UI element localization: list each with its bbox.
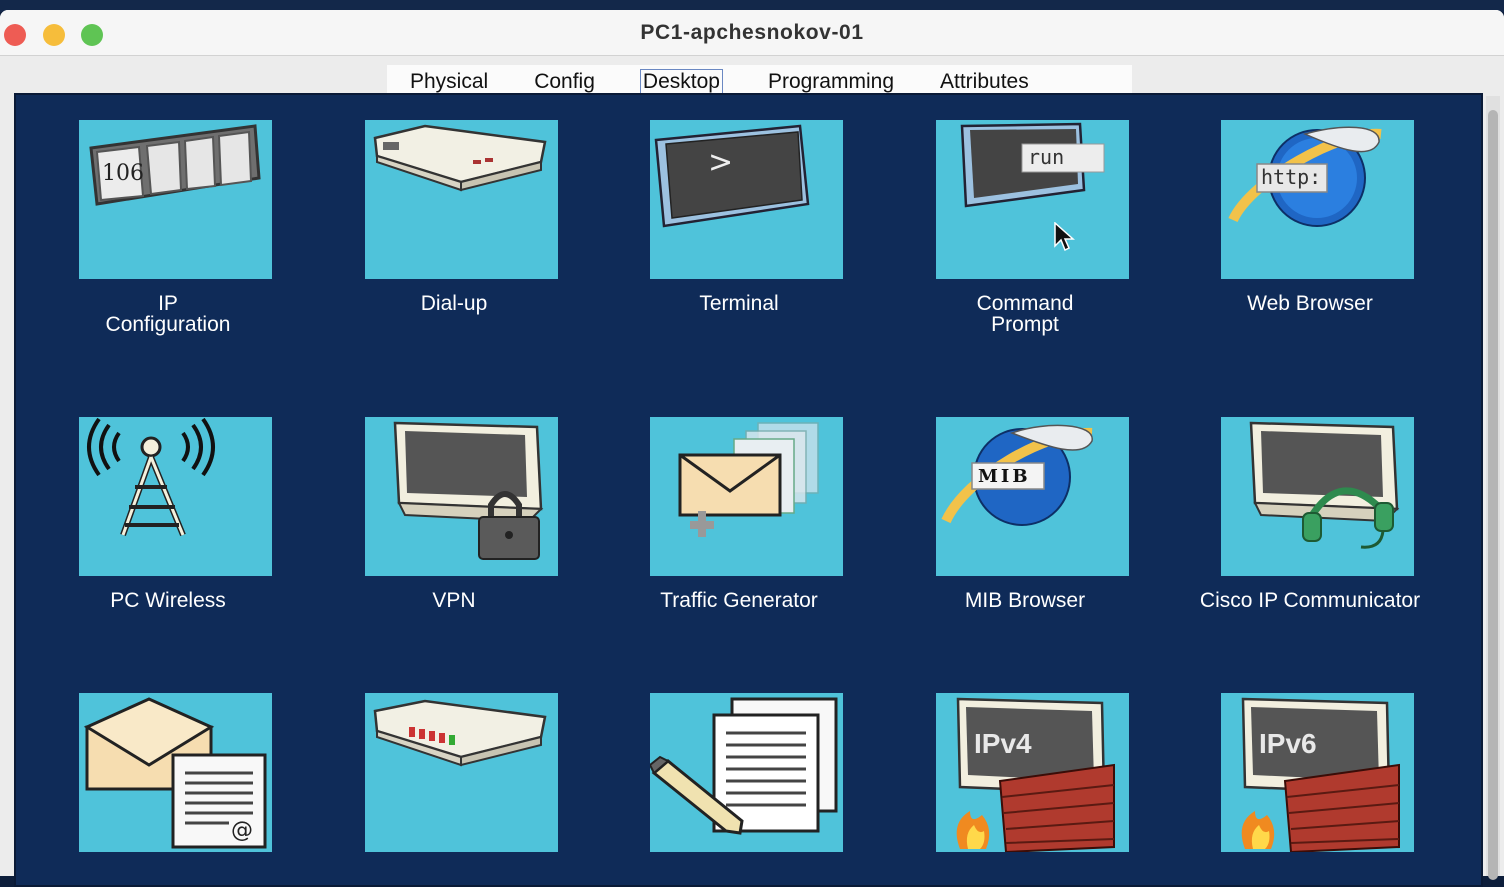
mouse-pointer-icon	[1054, 222, 1075, 252]
tab-label: Config	[534, 70, 595, 93]
desktop-scrollbar[interactable]	[1486, 96, 1500, 880]
app-label: VPN	[432, 589, 476, 612]
app-label: Traffic Generator	[660, 589, 818, 612]
window-title: PC1-apchesnokov-01	[640, 21, 864, 44]
ipv4-firewall-icon: IPv4	[936, 693, 1129, 852]
app-label: PC Wireless	[110, 589, 226, 612]
desktop-panel: 106 IP Configuration Dial-up > Terminal …	[14, 93, 1483, 887]
modem-icon	[365, 120, 558, 279]
app-label: Cisco IP Communicator	[1199, 589, 1421, 612]
app-label: Dial-up	[420, 292, 488, 315]
ipv6-firewall-icon: IPv6	[1221, 693, 1414, 852]
web-browser-icon: http:	[1221, 120, 1414, 279]
tab-label: Programming	[767, 70, 894, 93]
ipv4-badge-text: IPv4	[974, 728, 1032, 759]
title-bar: PC1-apchesnokov-01	[0, 10, 1504, 56]
ip-configuration-icon: 106	[79, 120, 272, 279]
app-label: Command Prompt	[976, 292, 1074, 336]
wireless-tower-icon	[79, 417, 272, 576]
text-editor-icon	[650, 693, 843, 852]
tab-label: Attributes	[940, 70, 1029, 93]
run-badge-text: run	[1028, 145, 1064, 169]
mib-badge-text: MIB	[978, 466, 1031, 487]
terminal-prompt-glyph: >	[708, 145, 733, 180]
app-label: Web Browser	[1247, 292, 1373, 315]
ip-communicator-icon	[1221, 417, 1414, 576]
tab-label: Desktop	[639, 69, 723, 94]
scrollbar-thumb[interactable]	[1488, 110, 1498, 880]
pppoe-dialer-icon	[365, 693, 558, 852]
at-sign-glyph: @	[231, 818, 253, 843]
ipv6-badge-text: IPv6	[1259, 728, 1317, 759]
app-label: IP Configuration	[105, 292, 231, 336]
traffic-generator-icon	[650, 417, 843, 576]
app-label: Terminal	[699, 292, 779, 315]
email-icon: @	[79, 693, 272, 852]
tab-label: Physical	[410, 70, 489, 93]
http-badge-text: http:	[1261, 165, 1321, 189]
command-prompt-icon: run	[936, 120, 1129, 279]
vpn-lock-icon	[365, 417, 558, 576]
terminal-icon: >	[650, 120, 843, 279]
app-label: MIB Browser	[964, 589, 1086, 612]
mib-browser-icon: MIB	[936, 417, 1129, 576]
ip-badge-text: 106	[102, 161, 144, 186]
